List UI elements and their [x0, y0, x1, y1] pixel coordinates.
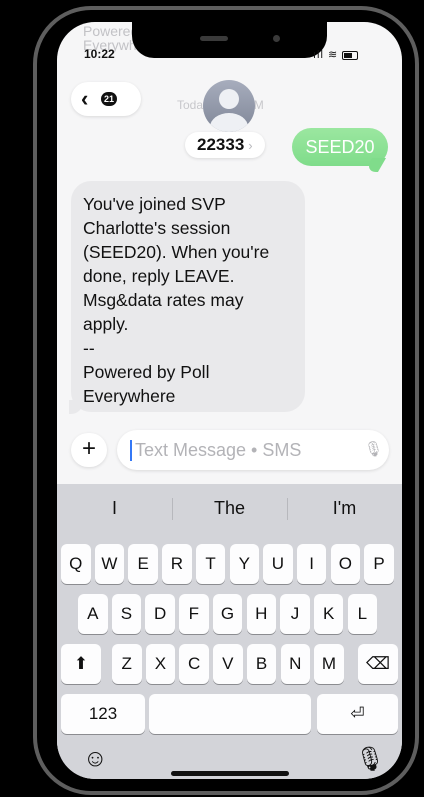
key-c[interactable]: C [179, 644, 209, 684]
return-key[interactable]: ⏎ [317, 694, 398, 734]
emoji-icon[interactable]: ☺ [83, 745, 108, 773]
unread-badge: 21 [101, 92, 117, 106]
status-icons: ıll ≋ [313, 48, 359, 61]
shift-icon: ⬆ [73, 654, 89, 673]
delete-icon: ⌫ [365, 654, 391, 673]
shift-key[interactable]: ⬆ [61, 644, 101, 684]
numbers-key[interactable]: 123 [61, 694, 145, 734]
phone-screen: Powered Everywhere 10:22 ıll ≋ ‹ 21 Toda… [57, 22, 402, 779]
space-key[interactable] [149, 694, 311, 734]
key-i[interactable]: I [296, 544, 327, 584]
key-p[interactable]: P [364, 544, 394, 584]
status-time: 10:22 [84, 47, 115, 61]
dynamic-island [132, 22, 327, 58]
key-s[interactable]: S [111, 594, 142, 634]
signal-icon: ıll [313, 49, 324, 61]
speaker-grille [200, 36, 228, 41]
key-d[interactable]: D [145, 594, 175, 634]
message-placeholder: Text Message • SMS [135, 440, 302, 460]
chevron-right-icon: › [248, 138, 253, 153]
key-y[interactable]: Y [229, 544, 259, 584]
key-j[interactable]: J [280, 594, 310, 634]
key-o[interactable]: O [330, 544, 361, 584]
suggestion-2[interactable]: The [172, 492, 287, 524]
battery-icon [342, 50, 359, 60]
back-button[interactable]: ‹ 21 [71, 82, 141, 116]
key-g[interactable]: G [212, 594, 243, 634]
keyboard: I The I'm QWERTYUIOP ASDFGHJKL ZXCVBNM ⬆… [57, 484, 402, 779]
wifi-icon: ≋ [328, 49, 339, 61]
dictation-icon[interactable]: 🎙︎ [364, 440, 383, 458]
contact-name: 22333 [197, 135, 245, 154]
key-v[interactable]: V [213, 644, 243, 684]
key-a[interactable]: A [78, 594, 108, 634]
microphone-icon[interactable]: 🎙︎ [355, 745, 385, 774]
message-input[interactable]: Text Message • SMS 🎙︎ [117, 430, 389, 470]
key-w[interactable]: W [94, 544, 125, 584]
text-caret [130, 440, 132, 461]
key-r[interactable]: R [162, 544, 192, 584]
plus-icon[interactable]: + [71, 433, 107, 467]
suggestion-3[interactable]: I'm [287, 492, 402, 524]
key-t[interactable]: T [195, 544, 226, 584]
key-f[interactable]: F [179, 594, 209, 634]
key-b[interactable]: B [246, 644, 277, 684]
key-q[interactable]: Q [61, 544, 91, 584]
key-l[interactable]: L [347, 594, 378, 634]
chevron-left-icon: ‹ [81, 86, 89, 111]
received-message-bubble[interactable]: You've joined SVP Charlotte's session (S… [71, 181, 305, 412]
suggestion-1[interactable]: I [57, 492, 172, 524]
home-indicator [171, 771, 289, 776]
camera-dot [273, 35, 280, 42]
key-k[interactable]: K [313, 594, 344, 634]
key-h[interactable]: H [246, 594, 276, 634]
delete-key[interactable]: ⌫ [358, 644, 398, 684]
contact-name-button[interactable]: 22333 › [185, 132, 265, 158]
contact-avatar[interactable] [203, 80, 255, 132]
return-icon: ⏎ [350, 704, 365, 723]
key-x[interactable]: X [145, 644, 176, 684]
key-z[interactable]: Z [112, 644, 142, 684]
key-e[interactable]: E [128, 544, 158, 584]
key-n[interactable]: N [280, 644, 310, 684]
key-m[interactable]: M [314, 644, 344, 684]
key-u[interactable]: U [263, 544, 293, 584]
